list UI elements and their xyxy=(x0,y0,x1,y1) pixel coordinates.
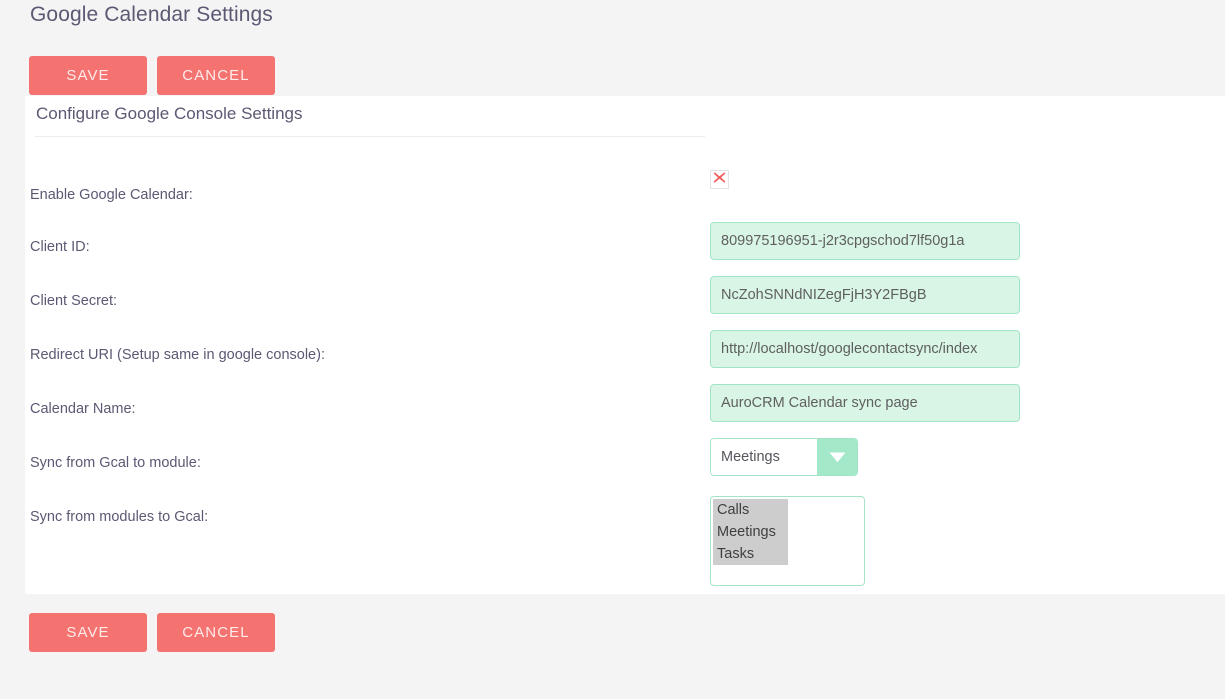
save-button-bottom[interactable]: SAVE xyxy=(29,613,147,652)
cancel-button-top[interactable]: CANCEL xyxy=(157,56,275,95)
label-enable-google-calendar: Enable Google Calendar: xyxy=(30,187,193,203)
sync-modules-to-gcal-multiselect[interactable]: Calls Meetings Tasks xyxy=(710,496,865,586)
label-client-id: Client ID: xyxy=(30,239,90,255)
redirect-uri-input[interactable] xyxy=(710,330,1020,368)
control-enable-google-calendar xyxy=(710,170,729,189)
label-redirect-uri: Redirect URI (Setup same in google conso… xyxy=(30,347,325,363)
control-client-secret xyxy=(710,276,1020,314)
panel-heading: Configure Google Console Settings xyxy=(36,104,303,123)
panel-divider xyxy=(35,136,705,137)
sync-gcal-to-module-select[interactable]: Meetings xyxy=(710,438,858,476)
save-button-top[interactable]: SAVE xyxy=(29,56,147,95)
label-sync-modules-to-gcal: Sync from modules to Gcal: xyxy=(30,509,209,525)
control-redirect-uri xyxy=(710,330,1020,368)
page-title: Google Calendar Settings xyxy=(30,3,273,26)
bottom-action-bar: SAVE CANCEL xyxy=(29,613,275,652)
calendar-name-input[interactable] xyxy=(710,384,1020,422)
list-item[interactable]: Tasks xyxy=(713,543,788,565)
label-calendar-name: Calendar Name: xyxy=(30,401,136,417)
control-client-id xyxy=(710,222,1020,260)
list-item[interactable]: Meetings xyxy=(713,521,788,543)
control-sync-modules-to-gcal: Calls Meetings Tasks xyxy=(710,496,865,586)
chevron-down-icon[interactable] xyxy=(817,439,857,475)
sync-gcal-to-module-selected-value: Meetings xyxy=(711,439,817,475)
control-calendar-name xyxy=(710,384,1020,422)
top-action-bar: SAVE CANCEL xyxy=(29,56,275,95)
client-id-input[interactable] xyxy=(710,222,1020,260)
control-sync-gcal-to-module: Meetings xyxy=(710,438,858,476)
settings-panel: Configure Google Console Settings Enable… xyxy=(25,96,1225,594)
label-sync-gcal-to-module: Sync from Gcal to module: xyxy=(30,455,201,471)
enable-google-calendar-checkbox[interactable] xyxy=(710,170,729,189)
client-secret-input[interactable] xyxy=(710,276,1020,314)
red-x-icon xyxy=(713,171,726,189)
label-client-secret: Client Secret: xyxy=(30,293,118,309)
list-item[interactable]: Calls xyxy=(713,499,788,521)
cancel-button-bottom[interactable]: CANCEL xyxy=(157,613,275,652)
